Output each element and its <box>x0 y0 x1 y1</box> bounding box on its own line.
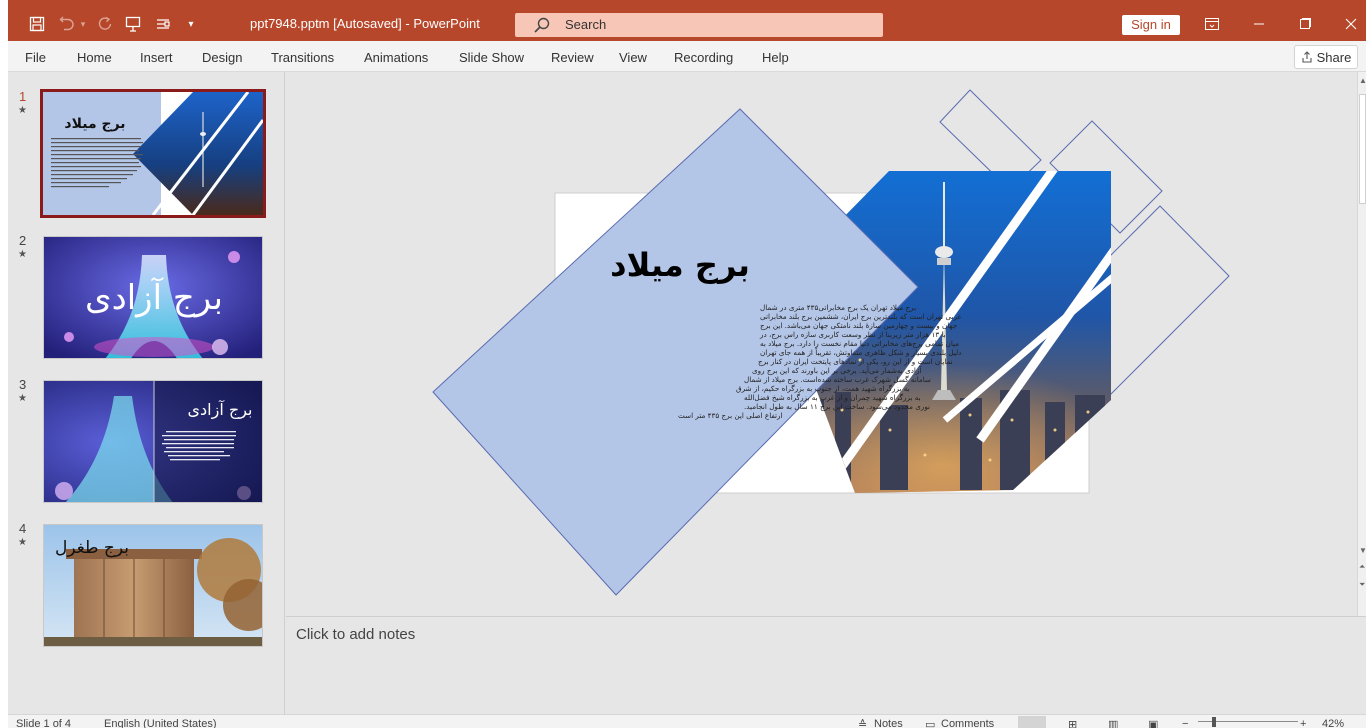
language-indicator[interactable]: English (United States) <box>104 718 217 728</box>
ribbon-tabs: File Home Insert Design Transitions Anim… <box>8 41 1366 72</box>
body-line: میان تمامی برج‌های مخابراتی دنیا مقام نخ… <box>760 339 959 348</box>
slide-1-animation-star-icon: ★ <box>18 105 27 116</box>
tab-design[interactable]: Design <box>202 50 242 65</box>
document-title: ppt7948.pptm [Autosaved] - PowerPoint <box>250 16 480 31</box>
slide-3-animation-star-icon: ★ <box>18 393 27 404</box>
normal-view-icon[interactable] <box>1018 716 1046 728</box>
current-slide-canvas[interactable]: برج میلاد برج میلاد تهران یک برج مخابرات… <box>286 72 1358 616</box>
slide-thumbnail-1[interactable]: برج میلاد <box>40 89 266 218</box>
body-line: غربی تهران است که بلندترین برج ایران، شش… <box>760 312 961 321</box>
sign-in-button[interactable]: Sign in <box>1122 15 1180 35</box>
tab-insert[interactable]: Insert <box>140 50 173 65</box>
zoom-out-icon[interactable]: − <box>1182 718 1188 728</box>
slide-2-number: 2 <box>19 233 27 248</box>
tab-help[interactable]: Help <box>762 50 789 65</box>
slide-title[interactable]: برج میلاد <box>610 246 750 284</box>
body-line: ارتفاع اصلی این برج ۴۳۵ متر است <box>678 411 783 420</box>
slide-thumbnail-4[interactable]: برج طغرل <box>43 524 263 647</box>
tab-review[interactable]: Review <box>551 50 594 65</box>
scroll-up-icon[interactable]: ▲ <box>1359 76 1366 85</box>
reading-view-icon[interactable]: ▥ <box>1108 718 1118 728</box>
share-button[interactable]: Share <box>1294 45 1358 69</box>
slide-4-animation-star-icon: ★ <box>18 537 27 548</box>
share-label: Share <box>1316 49 1352 65</box>
customize-qat-icon[interactable]: ▾ <box>182 13 200 35</box>
body-line: آزادی به‌شمار می‌آید. برخی بر این باورند… <box>752 365 922 375</box>
scroll-thumb[interactable] <box>1359 94 1366 204</box>
body-line: برج میلاد تهران یک برج مخابراتی۴۳۵ متری … <box>760 303 916 312</box>
zoom-level[interactable]: 42% <box>1322 718 1344 728</box>
zoom-in-icon[interactable]: + <box>1300 718 1306 728</box>
slide-2-thumb-title: برج آزادی <box>85 277 223 318</box>
zoom-slider-thumb[interactable] <box>1212 717 1216 727</box>
slide-4-thumb-title: برج طغرل <box>55 538 129 558</box>
slide-show-icon[interactable]: ▣ <box>1148 718 1158 728</box>
maximize-icon[interactable] <box>1290 12 1320 36</box>
previous-slide-icon[interactable]: ⏶ <box>1359 562 1365 572</box>
slide-1-thumb-title: برج میلاد <box>64 116 125 132</box>
close-icon[interactable] <box>1336 12 1366 36</box>
tab-slide-show[interactable]: Slide Show <box>459 50 524 65</box>
minimize-icon[interactable] <box>1244 12 1274 36</box>
slide-3-number: 3 <box>19 377 27 392</box>
tab-file[interactable]: File <box>25 50 46 65</box>
arrange-icon[interactable] <box>152 13 174 35</box>
slide-counter: Slide 1 of 4 <box>16 718 72 728</box>
scroll-down-icon[interactable]: ▼ <box>1359 546 1366 555</box>
notes-placeholder[interactable]: Click to add notes <box>296 626 415 643</box>
body-line: به بزرگراه شهید همت، از جنوب به بزرگراه … <box>736 384 910 393</box>
body-line: نوری محدود می‌شود. ساخت این برج ۱۱ سال ب… <box>744 402 930 411</box>
body-line: نمایان است و از این رو، یکی از نمادهای پ… <box>758 357 953 366</box>
tab-home[interactable]: Home <box>77 50 112 65</box>
tab-transitions[interactable]: Transitions <box>271 50 334 65</box>
search-icon <box>534 17 550 33</box>
tab-animations[interactable]: Animations <box>364 50 428 65</box>
body-line: سامانه گسل شهرک غرب ساخته شده‌است. برج م… <box>744 375 931 384</box>
body-line: با ۱۳ هزار متر زیربنا از نظر وسعت کاربری… <box>759 330 946 339</box>
ribbon-display-options-icon[interactable] <box>1197 12 1227 36</box>
body-line: جهان و بیست و چهارمین سازهٔ بلند نامتکی … <box>760 321 957 330</box>
search-box[interactable]: Search <box>515 13 883 37</box>
tab-recording[interactable]: Recording <box>674 50 733 65</box>
comments-label[interactable]: Comments <box>941 718 994 728</box>
next-slide-icon[interactable]: ⏷ <box>1359 580 1365 590</box>
notes-toggle-label[interactable]: Notes <box>874 718 903 728</box>
slide-sorter-icon[interactable]: ⊞ <box>1068 718 1077 728</box>
save-icon[interactable] <box>26 13 48 35</box>
body-line: دلیل بلندی بسیار و شکل ظاهری متفاوتش، تق… <box>760 347 961 357</box>
slide-3-thumb-title: برج آزادی <box>188 400 253 420</box>
notes-pane[interactable]: Click to add notes <box>286 616 1366 714</box>
slide-1-number: 1 <box>19 89 27 104</box>
slide-4-number: 4 <box>19 521 27 536</box>
search-placeholder: Search <box>565 17 607 32</box>
vertical-scrollbar[interactable]: ▲ ▼ ⏶ ⏷ <box>1357 72 1366 616</box>
share-icon <box>1302 51 1312 63</box>
slide-thumbnail-3[interactable]: برج آزادی <box>43 380 263 503</box>
slide-thumbnail-panel[interactable]: 1 ★ برج میلاد 2 ★ برج آزادی 3 ★ برج آزاد… <box>8 72 285 714</box>
undo-icon[interactable] <box>56 13 78 35</box>
status-bar: Slide 1 of 4 English (United States) ≙ N… <box>8 714 1366 728</box>
powerpoint-window: ▾ ▾ ppt7948.pptm [Autosaved] - PowerPoin… <box>0 0 1366 728</box>
slide-editing-area[interactable]: برج میلاد برج میلاد تهران یک برج مخابرات… <box>286 72 1358 616</box>
present-from-beginning-icon[interactable] <box>122 13 144 35</box>
undo-dropdown-icon[interactable]: ▾ <box>78 13 88 35</box>
slide-2-animation-star-icon: ★ <box>18 249 27 260</box>
body-line: به بزرگراه شهید چمران و از غرب به بزرگرا… <box>744 393 921 402</box>
comments-icon[interactable]: ▭ <box>925 718 935 728</box>
slide-thumbnail-2[interactable]: برج آزادی <box>43 236 263 359</box>
tab-view[interactable]: View <box>619 50 647 65</box>
redo-icon[interactable] <box>94 13 116 35</box>
notes-toggle-icon[interactable]: ≙ <box>858 718 867 728</box>
